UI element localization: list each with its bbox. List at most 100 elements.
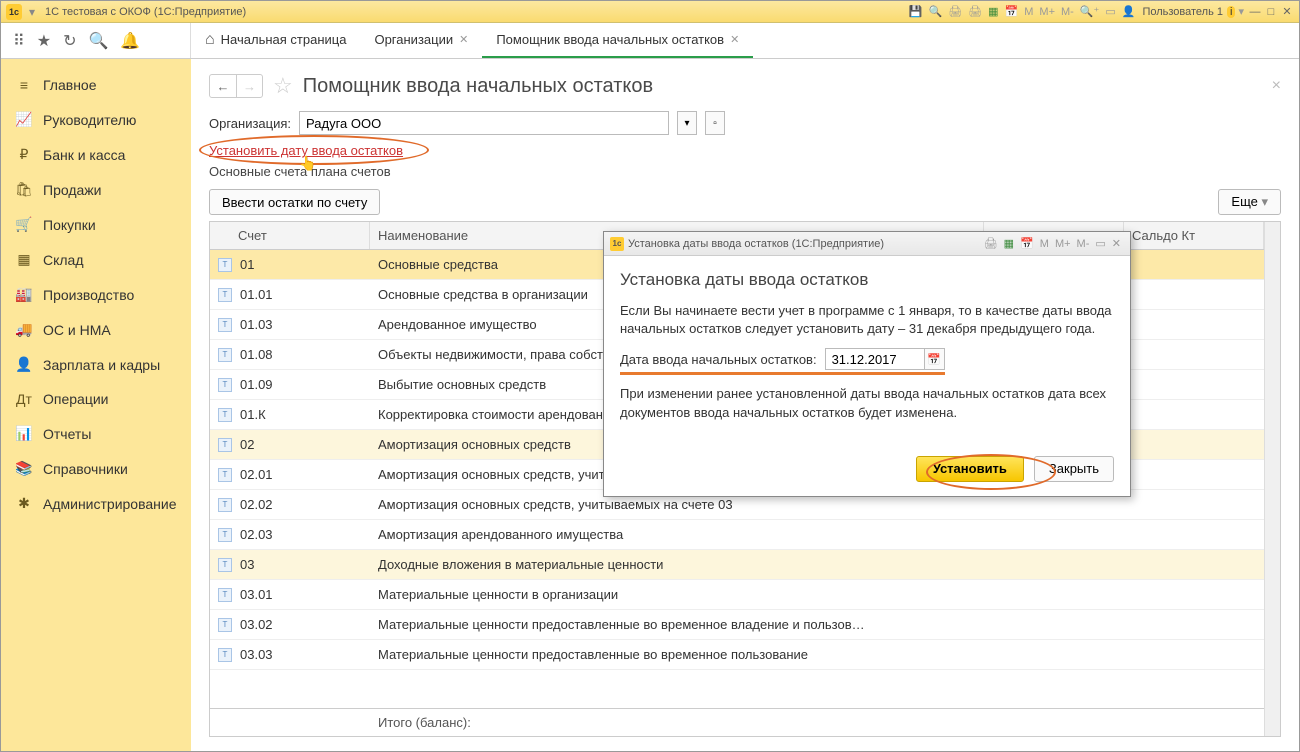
bell-icon[interactable]: 🔔	[120, 31, 140, 51]
m-icon[interactable]: M	[1021, 6, 1036, 18]
account-code: 03	[240, 557, 254, 572]
sidebar-label: Операции	[43, 391, 109, 407]
modal-print-icon[interactable]: 🖨	[981, 237, 1001, 250]
tab-home[interactable]: Начальная страница	[191, 23, 360, 58]
tab-assistant[interactable]: Помощник ввода начальных остатков ✕	[482, 23, 753, 58]
table-row[interactable]: T02.03Амортизация арендованного имуществ…	[210, 520, 1264, 550]
sidebar-label: Производство	[43, 287, 134, 303]
tab-assist-label: Помощник ввода начальных остатков	[496, 32, 724, 47]
nav-buttons: ← →	[209, 74, 263, 98]
date-input[interactable]	[825, 348, 925, 370]
account-icon: T	[218, 378, 232, 392]
info-icon[interactable]: i	[1227, 6, 1235, 18]
sidebar-item-7[interactable]: 🚚ОС и НМА	[1, 313, 191, 346]
sidebar-item-10[interactable]: 📊 Отчеты	[1, 417, 191, 450]
sidebar-label: Отчеты	[43, 426, 91, 442]
modal-heading: Установка даты ввода остатков	[620, 270, 1114, 290]
account-code: 02.02	[240, 497, 273, 512]
calendar-icon[interactable]: ▦	[985, 5, 1001, 18]
sidebar-item-4[interactable]: 🛒Покупки	[1, 208, 191, 241]
account-icon: T	[218, 408, 232, 422]
close-button[interactable]: ✕	[1279, 5, 1295, 18]
confirm-button[interactable]: Установить	[916, 456, 1024, 482]
sidebar-icon: 📊	[15, 425, 33, 442]
modal-window-title: Установка даты ввода остатков (1С:Предпр…	[628, 238, 884, 250]
page-favorite-icon[interactable]: ☆	[273, 73, 293, 99]
enter-balance-button[interactable]: Ввести остатки по счету	[209, 189, 380, 215]
date-row: Дата ввода начальных остатков: 📅	[620, 348, 945, 375]
sidebar-item-1[interactable]: 📈Руководителю	[1, 103, 191, 136]
user-name[interactable]: Пользователь 1	[1142, 6, 1223, 18]
calendar2-icon[interactable]: 📅	[1002, 5, 1022, 18]
search-icon[interactable]: 🔍	[925, 5, 945, 18]
col-account[interactable]: Счет	[210, 222, 370, 249]
sidebar-item-5[interactable]: ▦Склад	[1, 243, 191, 276]
sidebar-item-11[interactable]: 📚Справочники	[1, 452, 191, 485]
back-button[interactable]: ←	[210, 75, 236, 97]
tab-org-close-icon[interactable]: ✕	[459, 33, 468, 46]
cancel-button[interactable]: Закрыть	[1034, 456, 1114, 482]
org-dropdown-button[interactable]: ▾	[677, 111, 697, 135]
date-modal: 1c Установка даты ввода остатков (1С:Пре…	[603, 231, 1131, 497]
grid-toolbar: Ввести остатки по счету Еще	[209, 189, 1281, 215]
account-code: 01.09	[240, 377, 273, 392]
set-date-link[interactable]: Установить дату ввода остатков	[209, 143, 403, 158]
org-open-button[interactable]: ▫	[705, 111, 725, 135]
table-row[interactable]: T03Доходные вложения в материальные ценн…	[210, 550, 1264, 580]
account-icon: T	[218, 648, 232, 662]
modal-restore-icon[interactable]: ▭	[1092, 237, 1108, 250]
sidebar-label: Справочники	[43, 461, 128, 477]
modal-cal-icon[interactable]: ▦	[1001, 237, 1017, 250]
scrollbar-vertical[interactable]	[1264, 222, 1280, 736]
minimize-button[interactable]: —	[1247, 6, 1263, 18]
m-plus-icon[interactable]: M+	[1036, 6, 1058, 18]
organization-input[interactable]	[299, 111, 669, 135]
print2-icon[interactable]: 🖨	[965, 5, 985, 18]
sidebar-item-9[interactable]: Дт Операции	[1, 383, 191, 415]
m-minus-icon[interactable]: M-	[1058, 6, 1077, 18]
tab-assist-close-icon[interactable]: ✕	[730, 33, 739, 46]
sidebar-icon: 🚚	[15, 321, 33, 338]
table-row[interactable]: T03.01Материальные ценности в организаци…	[210, 580, 1264, 610]
apps-icon[interactable]: ⠿	[13, 31, 25, 51]
account-icon: T	[218, 468, 232, 482]
search-toolbar-icon[interactable]: 🔍	[88, 31, 108, 51]
sidebar-item-0[interactable]: ≡Главное	[1, 69, 191, 101]
modal-m-minus-icon[interactable]: M-	[1074, 238, 1093, 250]
dropdown-icon[interactable]: ▾	[24, 4, 40, 20]
sidebar-label: Банк и касса	[43, 147, 125, 163]
more-button[interactable]: Еще	[1218, 189, 1281, 215]
set-date-link-row: Установить дату ввода остатков 👆	[209, 143, 1281, 158]
date-label: Дата ввода начальных остатков:	[620, 352, 817, 367]
modal-m-plus-icon[interactable]: M+	[1052, 238, 1074, 250]
sidebar-item-12[interactable]: ✱Администрирование	[1, 487, 191, 520]
sidebar-icon: 👤	[15, 356, 33, 373]
date-picker-button[interactable]: 📅	[925, 348, 945, 370]
sidebar-icon: Дт	[15, 391, 33, 407]
windows-icon[interactable]: ▭	[1102, 5, 1118, 18]
modal-close-icon[interactable]: ✕	[1109, 237, 1124, 250]
tab-organizations[interactable]: Организации✕	[360, 23, 482, 58]
modal-cal2-icon[interactable]: 📅	[1017, 237, 1037, 250]
account-code: 03.02	[240, 617, 273, 632]
info-drop-icon[interactable]: ▾	[1235, 5, 1247, 18]
maximize-button[interactable]: □	[1263, 6, 1279, 18]
modal-m-icon[interactable]: M	[1037, 238, 1052, 250]
table-row[interactable]: T03.03Материальные ценности предоставлен…	[210, 640, 1264, 670]
favorite-icon[interactable]: ★	[37, 31, 51, 51]
sidebar-item-3[interactable]: 🛍Продажи	[1, 173, 191, 206]
sidebar-item-6[interactable]: 🏭Производство	[1, 278, 191, 311]
col-credit[interactable]: Сальдо Кт	[1124, 222, 1264, 249]
quick-icons: ⠿ ★ ↻ 🔍 🔔	[1, 23, 191, 58]
sidebar-item-8[interactable]: 👤Зарплата и кадры	[1, 348, 191, 381]
history-icon[interactable]: ↻	[63, 31, 76, 51]
sidebar-item-2[interactable]: ₽Банк и касса	[1, 138, 191, 171]
print-icon[interactable]: 🖨	[945, 5, 965, 18]
account-name: Доходные вложения в материальные ценност…	[370, 557, 984, 572]
save-icon[interactable]: 💾	[906, 5, 926, 18]
table-row[interactable]: T03.02Материальные ценности предоставлен…	[210, 610, 1264, 640]
page-close-icon[interactable]: ×	[1272, 77, 1281, 95]
account-icon: T	[218, 618, 232, 632]
forward-button[interactable]: →	[236, 75, 262, 97]
zoom-icon[interactable]: 🔍⁺	[1077, 5, 1103, 18]
